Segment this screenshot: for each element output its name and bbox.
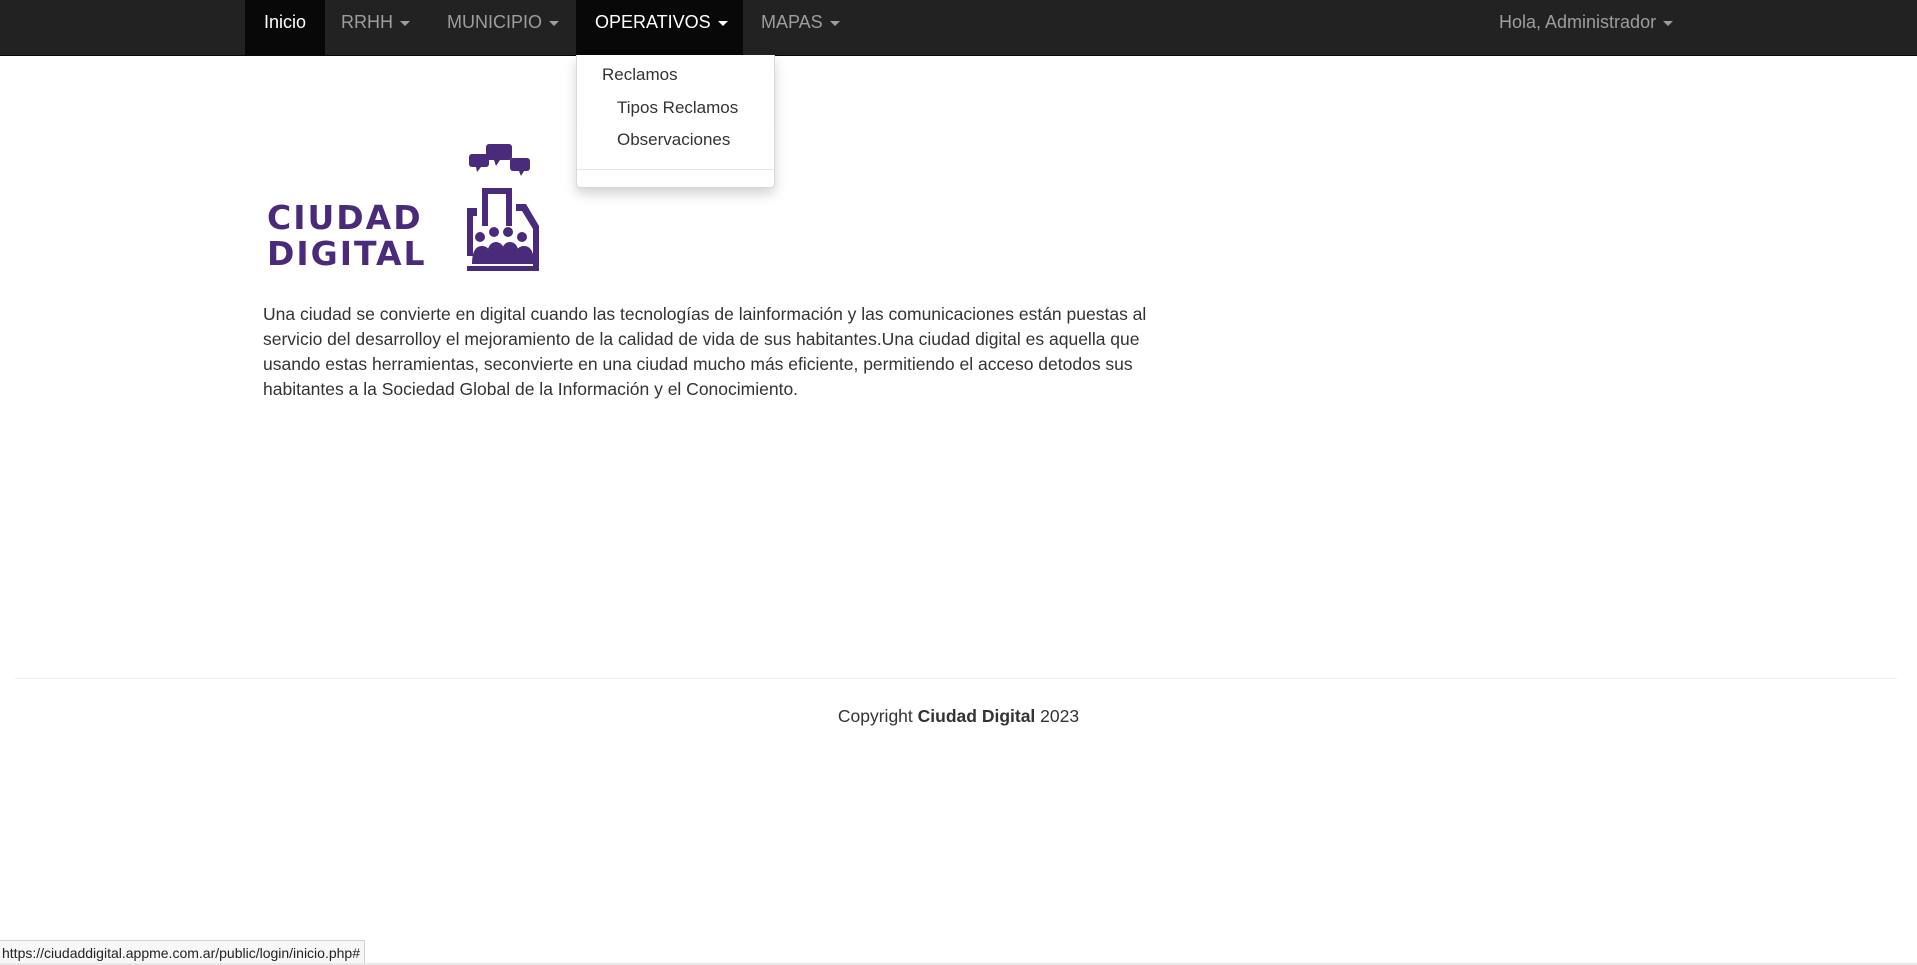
operativos-dropdown-menu: Reclamos Tipos Reclamos Observaciones bbox=[576, 55, 775, 188]
menu-item-reclamos[interactable]: Reclamos bbox=[602, 65, 678, 85]
nav-item-inicio[interactable]: Inicio bbox=[245, 0, 326, 55]
logo-text-line2: DIGITAL bbox=[267, 234, 427, 273]
caret-down-icon bbox=[717, 20, 728, 26]
browser-status-url: https://ciudaddigital.appme.com.ar/publi… bbox=[0, 940, 365, 964]
footer-brand: Ciudad Digital bbox=[917, 706, 1036, 726]
nav-item-municipio-label: MUNICIPIO bbox=[447, 12, 543, 32]
nav-item-mapas-label: MAPAS bbox=[761, 12, 823, 32]
intro-paragraph: Una ciudad se convierte en digital cuand… bbox=[263, 304, 1147, 399]
footer-copyright: Copyright Ciudad Digital 2023 bbox=[0, 706, 1917, 727]
nav-item-municipio[interactable]: MUNICIPIO bbox=[428, 0, 578, 55]
footer-year: 2023 bbox=[1040, 706, 1080, 726]
city-people-chat-icon bbox=[467, 144, 539, 271]
caret-down-icon bbox=[549, 20, 560, 26]
caret-down-icon bbox=[400, 20, 410, 26]
nav-item-mapas[interactable]: MAPAS bbox=[742, 0, 859, 55]
nav-item-operativos[interactable]: OPERATIVOS bbox=[576, 0, 743, 55]
nav-item-rrhh-label: RRHH bbox=[341, 12, 393, 32]
dropdown-divider bbox=[577, 169, 774, 170]
caret-down-icon bbox=[829, 20, 840, 26]
nav-item-operativos-label: OPERATIVOS bbox=[595, 12, 711, 32]
caret-down-icon bbox=[1663, 20, 1674, 26]
menu-item-tipos-reclamos[interactable]: Tipos Reclamos bbox=[617, 98, 738, 118]
user-menu-label: Hola, Administrador bbox=[1499, 12, 1657, 32]
nav-item-rrhh[interactable]: RRHH bbox=[322, 0, 429, 55]
footer-divider bbox=[15, 678, 1897, 679]
top-navbar: Inicio RRHH MUNICIPIO OPERATIVOS MAPAS H… bbox=[0, 0, 1917, 56]
menu-item-observaciones[interactable]: Observaciones bbox=[617, 130, 730, 150]
ciudad-digital-logo: CIUDAD DIGITAL bbox=[267, 144, 539, 273]
nav-item-inicio-label: Inicio bbox=[264, 12, 307, 32]
logo-text-line1: CIUDAD bbox=[267, 198, 423, 237]
user-menu[interactable]: Hola, Administrador bbox=[1480, 0, 1692, 55]
footer-prefix: Copyright bbox=[837, 706, 913, 726]
